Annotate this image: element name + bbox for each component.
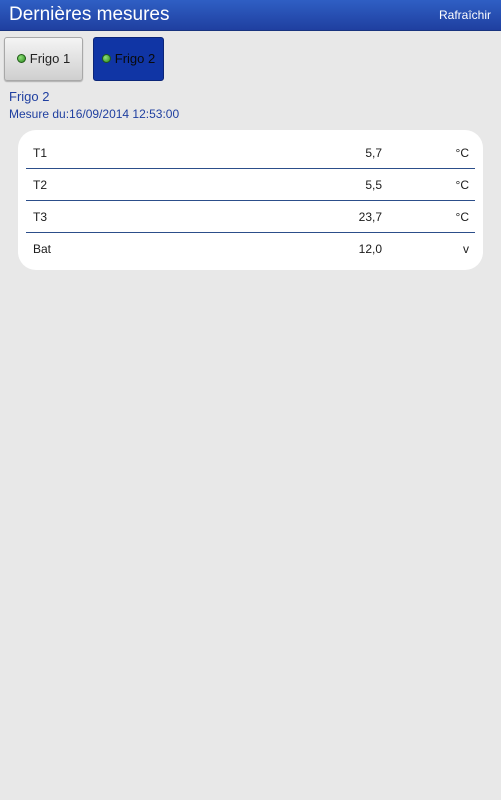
measure-value: 12,0 [358, 242, 382, 256]
measure-label: T3 [33, 210, 48, 224]
measure-timestamp: Mesure du:16/09/2014 12:53:00 [9, 107, 180, 121]
app-bar: Dernières mesures Rafraîchir [0, 0, 501, 31]
measure-unit: °C [455, 210, 469, 224]
tab-frigo-2[interactable]: Frigo 2 [93, 37, 164, 81]
table-row: T3 23,7 °C [26, 201, 475, 233]
measure-label: T1 [33, 146, 48, 160]
refresh-button[interactable]: Rafraîchir [439, 7, 491, 23]
measure-label: Bat [33, 242, 52, 256]
tab-label: Frigo 1 [29, 51, 71, 66]
tab-frigo-1[interactable]: Frigo 1 [4, 37, 83, 81]
measure-value: 23,7 [358, 210, 382, 224]
measure-value: 5,5 [365, 178, 382, 192]
led-green-icon [101, 54, 111, 63]
measure-unit: °C [455, 178, 469, 192]
measure-label: T2 [33, 178, 48, 192]
led-green-icon [16, 54, 26, 63]
table-row: Bat 12,0 v [26, 233, 475, 264]
measure-value: 5,7 [365, 146, 382, 160]
table-row: T2 5,5 °C [26, 169, 475, 201]
fridge-name: Frigo 2 [9, 89, 50, 104]
measure-unit: v [463, 242, 469, 256]
table-row: T1 5,7 °C [26, 137, 475, 169]
measure-unit: °C [455, 146, 469, 160]
measures-table: T1 5,7 °C T2 5,5 °C T3 23,7 °C Bat 12,0 … [18, 130, 483, 270]
page-title: Dernières mesures [9, 4, 170, 25]
tab-label: Frigo 2 [114, 51, 156, 66]
